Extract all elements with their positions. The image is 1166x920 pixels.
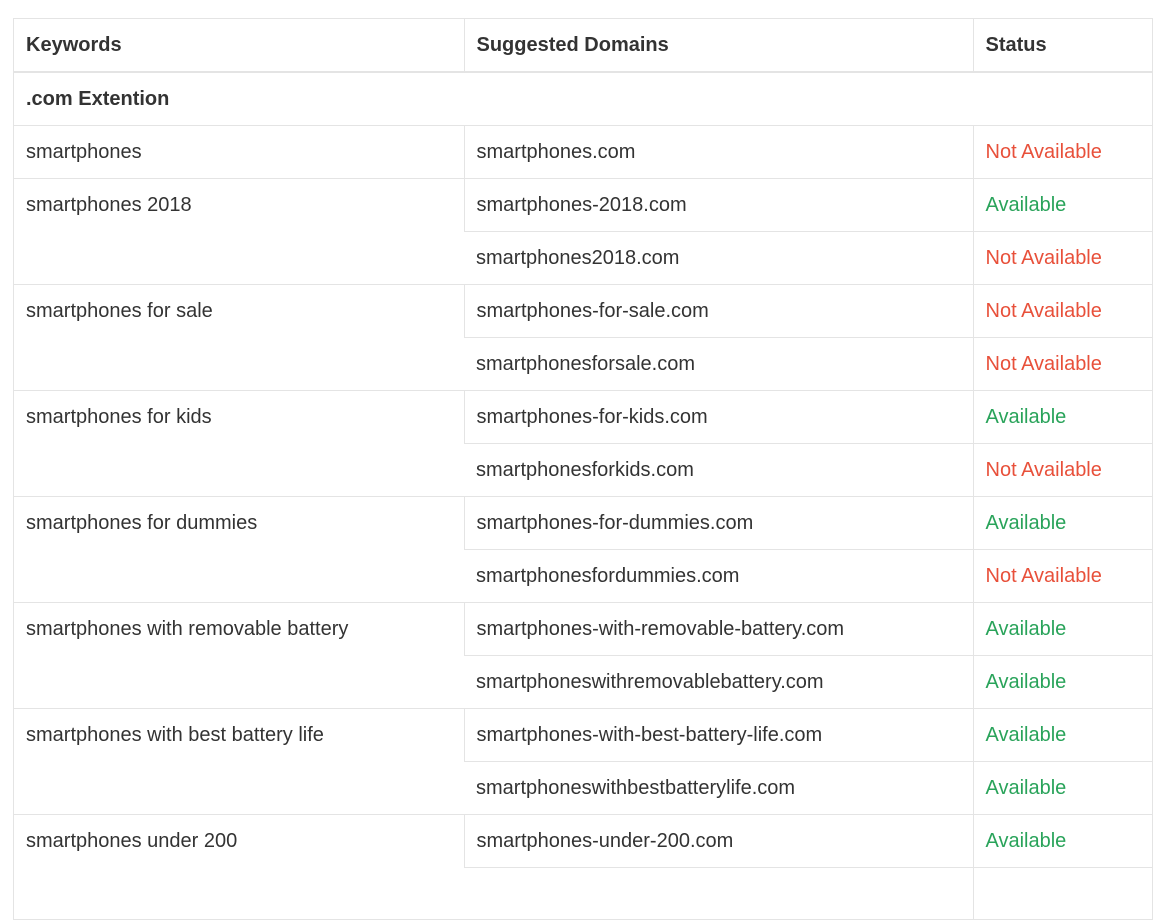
table-row: smartphones for sale smartphones-for-sale…: [14, 284, 1152, 391]
status-cell: Available: [972, 496, 1152, 550]
domain-cell: smartphonesfordummies.com: [464, 549, 973, 603]
domain-cell: smartphones-with-removable-battery.com: [463, 602, 973, 656]
status-cell: Available: [972, 708, 1152, 762]
keyword-cell: smartphones: [14, 125, 464, 179]
table-row: smartphones under 200 smartphones-under-2…: [14, 814, 1152, 920]
domain-cell: smartphones-for-dummies.com: [463, 496, 973, 550]
keyword-cell: smartphones for dummies: [14, 496, 464, 603]
status-cell: Not Available: [972, 284, 1152, 338]
status-cell: Available: [972, 761, 1152, 815]
keyword-cell: smartphones with removable battery: [14, 602, 464, 709]
domain-suggestions-table-container: Keywords Suggested Domains Status .com E…: [13, 18, 1153, 920]
status-cell: Not Available: [972, 125, 1152, 179]
keyword-cell: smartphones under 200: [14, 814, 464, 920]
status-cell: Available: [972, 655, 1152, 709]
status-cell: Available: [972, 390, 1152, 444]
table-body: .com Extention smartphones smartphones.co…: [14, 72, 1152, 920]
keywords-column-header: Keywords: [14, 19, 464, 73]
status-cell: Not Available: [972, 231, 1152, 285]
table-row: smartphones with removable battery smartp…: [14, 602, 1152, 709]
header-row: Keywords Suggested Domains Status: [14, 19, 1152, 73]
domain-cell: smartphonesforkids.com: [464, 443, 973, 497]
domain-cell: smartphones-under-200.com: [463, 814, 973, 868]
domain-cell: smartphones.com: [463, 125, 973, 179]
table-header: Keywords Suggested Domains Status: [14, 19, 1152, 73]
keyword-cell: smartphones 2018: [14, 178, 464, 285]
domain-cell: smartphonesforsale.com: [464, 337, 973, 391]
section-row: .com Extention: [14, 72, 1152, 126]
keyword-cell: smartphones for kids: [14, 390, 464, 497]
domain-cell: smartphones-with-best-battery-life.com: [463, 708, 973, 762]
section-label: .com Extention: [14, 72, 1152, 126]
domain-cell: smartphones2018.com: [464, 231, 973, 285]
domain-cell: smartphones-for-sale.com: [463, 284, 973, 338]
status-cell: Available: [972, 602, 1152, 656]
status-column-header: Status: [972, 19, 1152, 73]
domain-cell: smartphoneswithremovablebattery.com: [464, 655, 973, 709]
table-row: smartphones for kids smartphones-for-kids…: [14, 390, 1152, 497]
keyword-cell: smartphones with best battery life: [14, 708, 464, 815]
domain-cell: smartphoneswithbestbatterylife.com: [464, 761, 973, 815]
suggested-domains-column-header: Suggested Domains: [463, 19, 973, 73]
domain-suggestions-table: Keywords Suggested Domains Status .com E…: [14, 19, 1152, 920]
status-cell: Available: [972, 814, 1152, 868]
status-cell: Not Available: [972, 549, 1152, 603]
table-row: smartphones smartphones.com Not Available: [14, 125, 1152, 179]
domain-cell: smartphones-for-kids.com: [463, 390, 973, 444]
table-row: smartphones for dummies smartphones-for-d…: [14, 496, 1152, 603]
table-row: smartphones 2018 smartphones-2018.com Avai…: [14, 178, 1152, 285]
domain-cell: smartphones-2018.com: [463, 178, 973, 232]
status-cell: Not Available: [972, 443, 1152, 497]
table-row: smartphones with best battery life smartp…: [14, 708, 1152, 815]
keyword-cell: smartphones for sale: [14, 284, 464, 391]
status-cell: Not Available: [972, 337, 1152, 391]
status-cell: Available: [972, 178, 1152, 232]
